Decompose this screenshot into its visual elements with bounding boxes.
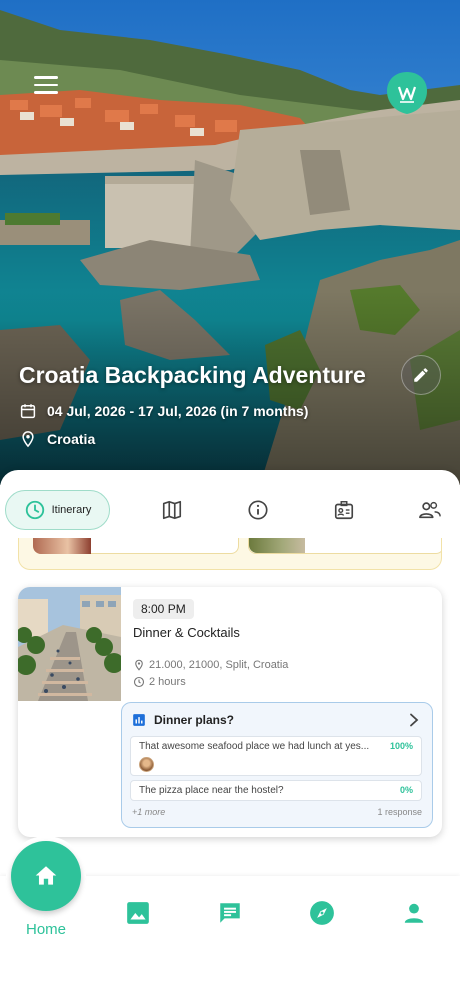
map-icon: [162, 500, 182, 520]
menu-icon-bar: [34, 91, 58, 94]
location-pin-icon: [22, 431, 34, 448]
trip-tabs: Itinerary: [0, 490, 460, 530]
trip-dates-text: 04 Jul, 2026 - 17 Jul, 2026 (in 7 months…: [47, 403, 309, 419]
pencil-icon: [414, 368, 428, 382]
poll-option[interactable]: That awesome seafood place we had lunch …: [130, 736, 422, 776]
home-icon: [35, 866, 57, 885]
chevron-right-icon[interactable]: [408, 713, 420, 727]
menu-icon-bar: [34, 76, 58, 79]
trip-location: Croatia: [19, 430, 95, 448]
dinner-poll[interactable]: Dinner plans? That awesome seafood place…: [121, 702, 433, 828]
calendar-icon: [20, 404, 36, 419]
voter-avatar: [139, 757, 154, 772]
bar-chart-icon: [133, 714, 145, 726]
clock-icon: [133, 676, 145, 688]
tab-itinerary[interactable]: Itinerary: [5, 490, 110, 530]
edit-trip-button[interactable]: [401, 355, 441, 395]
poll-response-count: 1 response: [377, 807, 422, 817]
people-icon: [419, 501, 441, 519]
tab-documents[interactable]: [324, 490, 364, 530]
previous-event-thumbnail: [33, 538, 91, 554]
nav-profile[interactable]: [401, 900, 427, 926]
poll-option[interactable]: The pizza place near the hostel? 0%: [130, 780, 422, 801]
clock-icon: [25, 500, 44, 520]
poll-option-percent: 0%: [399, 785, 413, 795]
trip-location-text: Croatia: [47, 431, 96, 447]
menu-button[interactable]: [34, 76, 58, 94]
previous-event-thumbnail: [249, 538, 305, 553]
chat-icon: [220, 903, 240, 923]
itinerary-event-card[interactable]: 8:00 PM Dinner & Cocktails 21.000, 21000…: [18, 587, 442, 837]
event-duration-text: 2 hours: [149, 676, 186, 688]
info-icon: [248, 500, 268, 520]
previous-event-card[interactable]: [18, 538, 442, 570]
nav-gallery[interactable]: [125, 900, 151, 926]
poll-option-percent: 100%: [389, 741, 413, 751]
brand-logo: [384, 70, 430, 116]
event-duration: 2 hours: [133, 676, 186, 688]
gallery-icon: [127, 902, 149, 924]
event-address-text: 21.000, 21000, Split, Croatia: [149, 659, 289, 671]
trip-title: Croatia Backpacking Adventure: [19, 362, 366, 388]
poll-header: Dinner plans?: [132, 713, 234, 727]
poll-option-text: That awesome seafood place we had lunch …: [139, 741, 370, 752]
event-photo: [18, 587, 121, 701]
event-address: 21.000, 21000, Split, Croatia: [133, 659, 288, 671]
location-pin-icon: [135, 659, 143, 671]
home-label[interactable]: Home: [26, 921, 66, 938]
compass-icon: [310, 901, 334, 925]
poll-option-text: The pizza place near the hostel?: [139, 785, 284, 796]
profile-icon: [404, 903, 424, 923]
event-title: Dinner & Cocktails: [133, 625, 240, 640]
trip-dates: 04 Jul, 2026 - 17 Jul, 2026 (in 7 months…: [19, 402, 308, 420]
tab-map[interactable]: [152, 490, 192, 530]
poll-title: Dinner plans?: [154, 713, 235, 727]
tab-members[interactable]: [410, 490, 450, 530]
event-time: 8:00 PM: [133, 599, 194, 619]
poll-more-options[interactable]: +1 more: [132, 807, 165, 817]
id-card-icon: [334, 501, 354, 520]
home-button[interactable]: [11, 841, 81, 911]
nav-explore[interactable]: [309, 900, 335, 926]
tab-itinerary-label: Itinerary: [51, 504, 92, 516]
tab-info[interactable]: [238, 490, 278, 530]
trip-hero: Croatia Backpacking Adventure 04 Jul, 20…: [0, 0, 460, 485]
nav-chat[interactable]: [217, 900, 243, 926]
menu-icon-bar: [34, 83, 58, 86]
